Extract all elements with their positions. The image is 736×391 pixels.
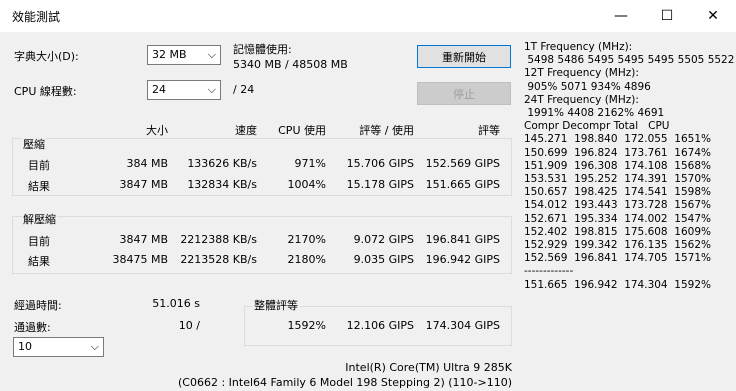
panel-line: 12T Frequency (MHz): xyxy=(524,67,639,80)
decompress-result-label: 結果 xyxy=(28,255,50,268)
compress-current-label: 目前 xyxy=(28,159,50,172)
title-bar: 效能測試 — ☐ ✕ xyxy=(0,0,736,32)
passes-select[interactable]: 10 ⌵ xyxy=(13,337,104,357)
compress-current-speed: 133626 KB/s xyxy=(187,157,257,170)
chevron-down-icon: ⌵ xyxy=(207,83,216,96)
frequency-results-panel: 1T Frequency (MHz): 5498 5486 5495 5495 … xyxy=(524,41,735,292)
compress-current-cpu: 971% xyxy=(294,157,326,170)
chevron-down-icon: ⌵ xyxy=(90,340,99,353)
passes-select-value: 10 xyxy=(18,340,32,353)
decompress-result-speed: 2213528 KB/s xyxy=(180,253,257,266)
minimize-button[interactable]: — xyxy=(598,0,644,32)
overall-rating-usage: 12.106 GIPS xyxy=(346,319,414,332)
compress-result-cpu: 1004% xyxy=(287,178,326,191)
panel-line: 152.569 196.841 174.705 1571% xyxy=(524,252,711,265)
decompress-result-rating: 196.942 GIPS xyxy=(425,253,500,266)
restart-button[interactable]: 重新開始 xyxy=(417,45,511,68)
panel-line: Compr Decompr Total CPU xyxy=(524,120,670,133)
panel-line: 151.665 196.942 174.304 1592% xyxy=(524,278,711,291)
maximize-icon: ☐ xyxy=(660,8,674,24)
panel-line: 154.012 193.443 173.728 1567% xyxy=(524,199,711,212)
header-size: 大小 xyxy=(146,124,168,137)
chevron-down-icon: ⌵ xyxy=(207,48,216,61)
close-button[interactable]: ✕ xyxy=(690,0,736,32)
elapsed-time-label: 經過時間: xyxy=(14,299,62,312)
overall-rating-title: 整體評等 xyxy=(252,297,300,313)
panel-line: 905% 5071 934% 4896 xyxy=(524,80,651,93)
decompress-current-label: 目前 xyxy=(28,235,50,248)
overall-rating: 174.304 GIPS xyxy=(425,319,500,332)
panel-line: 151.909 196.308 174.108 1568% xyxy=(524,159,711,172)
panel-line: 1T Frequency (MHz): xyxy=(524,41,633,53)
cpu-details: (C0662 : Intel64 Family 6 Model 198 Step… xyxy=(178,376,512,389)
decompress-result-rating-usage: 9.035 GIPS xyxy=(353,253,414,266)
panel-line: 152.402 198.815 175.608 1609% xyxy=(524,225,711,238)
window-title: 效能測試 xyxy=(12,10,61,24)
cpu-threads-total: / 24 xyxy=(233,83,255,96)
dictionary-size-label: 字典大小(D): xyxy=(14,50,79,63)
maximize-button[interactable]: ☐ xyxy=(644,0,690,32)
dictionary-size-select[interactable]: 32 MB ⌵ xyxy=(147,45,221,65)
decompression-title: 解壓縮 xyxy=(22,211,57,227)
passes-value: 10 / xyxy=(178,319,200,332)
memory-usage-value: 5340 MB / 48508 MB xyxy=(233,58,348,71)
panel-line: 145.271 198.840 172.055 1651% xyxy=(524,133,711,146)
cpu-threads-select[interactable]: 24 ⌵ xyxy=(147,80,221,100)
panel-line: 24T Frequency (MHz): xyxy=(524,93,639,106)
panel-line: 1991% 4408 2162% 4691 xyxy=(524,107,665,120)
header-rating-usage: 評等 / 使用 xyxy=(359,124,414,137)
panel-line: 152.929 199.342 176.135 1562% xyxy=(524,239,711,252)
header-rating: 評等 xyxy=(478,124,500,137)
cpu-threads-value: 24 xyxy=(152,83,166,96)
header-speed: 速度 xyxy=(235,124,257,137)
decompress-current-speed: 2212388 KB/s xyxy=(180,233,257,246)
panel-line: 150.699 196.824 173.761 1674% xyxy=(524,146,711,159)
elapsed-time-value: 51.016 s xyxy=(152,297,200,310)
decompress-current-rating-usage: 9.072 GIPS xyxy=(353,233,414,246)
close-icon: ✕ xyxy=(707,8,719,24)
decompress-result-cpu: 2180% xyxy=(287,253,326,266)
header-cpu-usage: CPU 使用 xyxy=(278,124,326,137)
overall-cpu: 1592% xyxy=(287,319,326,332)
cpu-model: Intel(R) Core(TM) Ultra 9 285K xyxy=(345,361,512,374)
decompress-current-size: 3847 MB xyxy=(119,233,168,246)
compress-result-size: 3847 MB xyxy=(119,178,168,191)
panel-line: 5498 5486 5495 5495 5495 5505 5522 xyxy=(524,54,735,67)
cpu-threads-label: CPU 線程數: xyxy=(14,85,77,98)
panel-line: 152.671 195.334 174.002 1547% xyxy=(524,212,711,225)
compress-result-speed: 132834 KB/s xyxy=(187,178,257,191)
minimize-icon: — xyxy=(614,8,628,24)
memory-usage-label: 記憶體使用: xyxy=(233,43,292,56)
stop-button[interactable]: 停止 xyxy=(417,82,511,105)
decompress-current-rating: 196.841 GIPS xyxy=(425,233,500,246)
compress-current-rating: 152.569 GIPS xyxy=(425,157,500,170)
compress-result-label: 結果 xyxy=(28,180,50,193)
panel-line: 150.657 198.425 174.541 1598% xyxy=(524,186,711,199)
compress-result-rating-usage: 15.178 GIPS xyxy=(346,178,414,191)
compress-current-size: 384 MB xyxy=(126,157,168,170)
compress-result-rating: 151.665 GIPS xyxy=(425,178,500,191)
compression-title: 壓縮 xyxy=(22,136,46,152)
compress-current-rating-usage: 15.706 GIPS xyxy=(346,157,414,170)
panel-line: 153.531 195.252 174.391 1570% xyxy=(524,173,711,186)
panel-line: ------------- xyxy=(524,265,574,278)
decompress-result-size: 38475 MB xyxy=(112,253,168,266)
dictionary-size-value: 32 MB xyxy=(152,48,187,61)
passes-label: 通過數: xyxy=(14,321,51,334)
decompress-current-cpu: 2170% xyxy=(287,233,326,246)
